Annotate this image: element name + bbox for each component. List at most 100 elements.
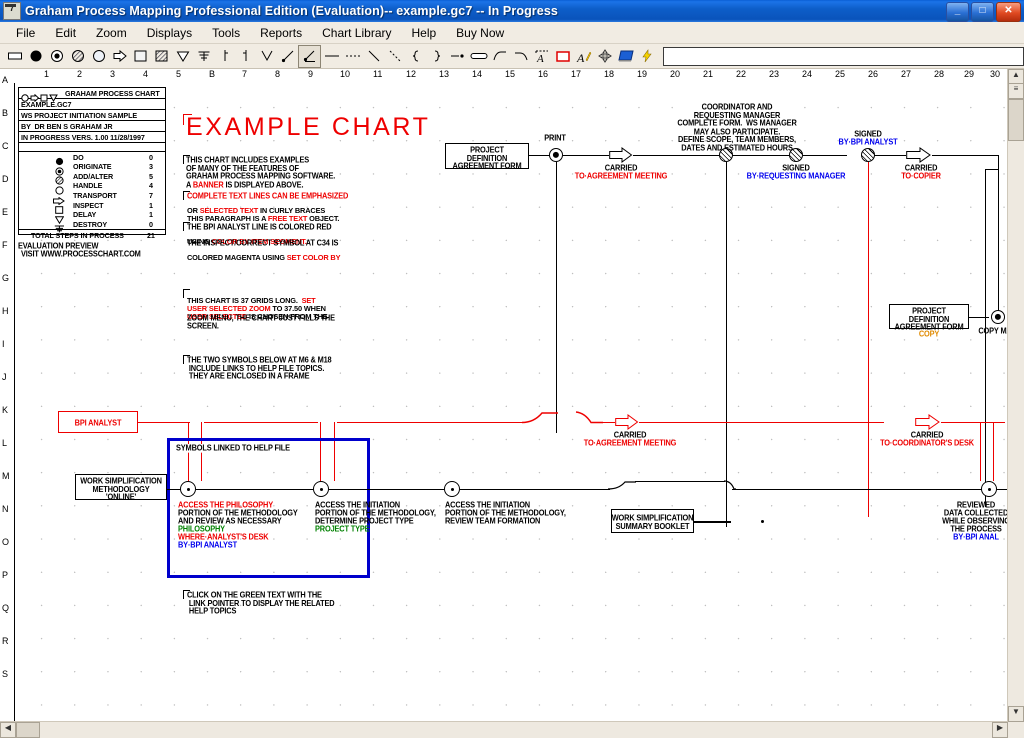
originate-symbol-icon[interactable] xyxy=(46,46,67,67)
vruler-tick: I xyxy=(2,339,5,349)
legend-count-label: INSPECT xyxy=(73,200,104,210)
toolbar-text-field[interactable] xyxy=(663,46,1024,66)
legend-count-row: INSPECT 1 xyxy=(19,200,165,214)
menu-item-reports[interactable]: Reports xyxy=(250,24,312,42)
inspect-hatched-symbol-icon[interactable] xyxy=(151,46,172,67)
menu-item-edit[interactable]: Edit xyxy=(45,24,86,42)
move-icon[interactable] xyxy=(594,46,615,67)
transport-symbol-carried-copier[interactable] xyxy=(906,147,932,163)
chart-legend-panel[interactable]: GRAHAM PROCESS CHART EXAMPLE.GC7 WS PROJ… xyxy=(18,87,166,240)
scroll-page-indicator[interactable]: ≡ xyxy=(1008,83,1024,99)
rounded-bar-icon[interactable] xyxy=(468,46,489,67)
flow-curve-down xyxy=(723,480,736,490)
lightning-icon[interactable] xyxy=(636,46,657,67)
transport-symbol-icon[interactable] xyxy=(109,46,130,67)
hruler-tick: 26 xyxy=(868,69,879,79)
flow-line-vertical-red xyxy=(980,422,982,481)
legend-count-label: DESTROY xyxy=(73,219,108,229)
menu-item-tools[interactable]: Tools xyxy=(202,24,250,42)
delay-symbol-icon[interactable] xyxy=(172,46,193,67)
label-copy-made: COPY MADE xyxy=(978,325,1008,336)
legend-count-value: 5 xyxy=(149,171,153,181)
legend-count-value: 1 xyxy=(149,210,153,220)
banner-text-icon[interactable]: A xyxy=(531,46,552,67)
legend-header-title: GRAHAM PROCESS CHART xyxy=(65,88,160,98)
diagonal-dashed-line-icon[interactable] xyxy=(384,46,405,67)
legend-count-row: DO 0 xyxy=(19,152,165,166)
menu-item-zoom[interactable]: Zoom xyxy=(86,24,137,42)
vruler-tick: G xyxy=(2,273,10,283)
menu-item-help[interactable]: Help xyxy=(401,24,446,42)
line-up-dot-icon[interactable] xyxy=(277,46,298,67)
originate-symbol-copy-made[interactable] xyxy=(991,310,1005,324)
legend-author: BY DR BEN S GRAHAM JR xyxy=(21,121,113,131)
transport-symbol-carried-1[interactable] xyxy=(609,147,633,163)
junction-right-icon[interactable] xyxy=(235,46,256,67)
brace-close-icon[interactable] xyxy=(426,46,447,67)
diagonal-line-icon[interactable] xyxy=(363,46,384,67)
horizontal-scroll-thumb[interactable] xyxy=(16,722,40,738)
label-project-type-link[interactable]: PROJECT TYPE xyxy=(315,525,370,533)
vertical-scrollbar[interactable]: ▲ ≡ ▼ xyxy=(1007,69,1024,722)
add-alter-symbol-signed-requesting-manager[interactable] xyxy=(789,148,803,162)
flow-line-vertical xyxy=(998,155,1000,317)
close-button[interactable]: ✕ xyxy=(996,2,1021,22)
label-carried-bottom-1: TO·AGREEMENT MEETING xyxy=(574,170,668,181)
window-title: Graham Process Mapping Professional Edit… xyxy=(25,4,558,18)
scroll-left-button[interactable]: ◀ xyxy=(0,722,16,738)
label-team-formation-l3: REVIEW TEAM FORMATION xyxy=(445,515,541,526)
note2-emphasized-line: COMPLETE TEXT LINES CAN BE EMPHASIZED xyxy=(187,190,349,201)
solid-line-icon[interactable] xyxy=(321,46,342,67)
edit-text-icon[interactable]: A xyxy=(573,46,594,67)
hruler-tick: 18 xyxy=(604,69,615,79)
transport-symbol-carried-2[interactable] xyxy=(615,414,639,430)
handle-center-dot xyxy=(319,487,323,491)
rectangle-box-icon[interactable] xyxy=(4,46,25,67)
hruler-tick: 29 xyxy=(964,69,975,79)
horizontal-scrollbar[interactable]: ◀ ▶ xyxy=(0,721,1008,738)
add-alter-symbol-signed-bpi-analyst[interactable] xyxy=(861,148,875,162)
destroy-symbol-icon[interactable] xyxy=(193,46,214,67)
menu-item-file[interactable]: File xyxy=(6,24,45,42)
inspect-symbol-icon[interactable] xyxy=(130,46,151,67)
add-alter-symbol-icon[interactable] xyxy=(67,46,88,67)
menu-item-buy-now[interactable]: Buy Now xyxy=(446,24,514,42)
menu-item-chart-library[interactable]: Chart Library xyxy=(312,24,401,42)
horizontal-ruler: 1 2 3 4 5 B 7 8 9 10 11 12 13 14 15 16 1… xyxy=(0,69,1008,84)
hruler-tick: 5 xyxy=(176,69,182,79)
note1-tail: IS DISPLAYED ABOVE. xyxy=(223,179,304,190)
scroll-down-button[interactable]: ▼ xyxy=(1008,706,1024,722)
vertical-scroll-thumb[interactable] xyxy=(1008,99,1024,141)
scroll-right-button[interactable]: ▶ xyxy=(992,722,1008,738)
transport-symbol-carried-coordinator[interactable] xyxy=(915,414,941,430)
dashed-line-icon[interactable] xyxy=(342,46,363,67)
brace-open-icon[interactable] xyxy=(405,46,426,67)
chart-canvas[interactable]: GRAHAM PROCESS CHART EXAMPLE.GC7 WS PROJ… xyxy=(15,83,1008,722)
vee-merge-icon[interactable] xyxy=(256,46,277,67)
menu-item-displays[interactable]: Displays xyxy=(137,24,202,42)
note-block-6: CLICK ON THE GREEN TEXT WITH THE LINK PO… xyxy=(187,589,335,617)
hruler-tick: 23 xyxy=(769,69,780,79)
label-signed-bottom-1: BY·REQUESTING MANAGER xyxy=(746,170,846,181)
free-text-frame-icon[interactable] xyxy=(552,46,573,67)
label-carried-bottom-2: TO·AGREEMENT MEETING xyxy=(583,437,677,448)
legend-count-row: DELAY 1 xyxy=(19,210,165,225)
originate-symbol-print[interactable] xyxy=(549,148,563,162)
label-signed-bottom-2: BY·BPI ANALYST xyxy=(838,136,898,147)
line-dot-icon[interactable] xyxy=(447,46,468,67)
maximize-button[interactable]: □ xyxy=(971,2,994,22)
add-alter-symbol-1[interactable] xyxy=(719,148,733,162)
book-icon[interactable] xyxy=(615,46,636,67)
flow-line xyxy=(985,169,999,171)
legend-total-label: TOTAL STEPS IN PROCESS xyxy=(31,230,124,240)
hruler-tick: 11 xyxy=(373,69,383,79)
minimize-button[interactable]: _ xyxy=(946,2,969,22)
handle-symbol-icon[interactable] xyxy=(88,46,109,67)
legend-count-row: HANDLE 4 xyxy=(19,181,165,195)
junction-left-icon[interactable] xyxy=(214,46,235,67)
curve-right-icon[interactable] xyxy=(510,46,531,67)
do-symbol-icon[interactable] xyxy=(25,46,46,67)
curve-left-icon[interactable] xyxy=(489,46,510,67)
line-up-dot-selected-icon[interactable] xyxy=(298,44,321,68)
hruler-tick: 14 xyxy=(472,69,483,79)
